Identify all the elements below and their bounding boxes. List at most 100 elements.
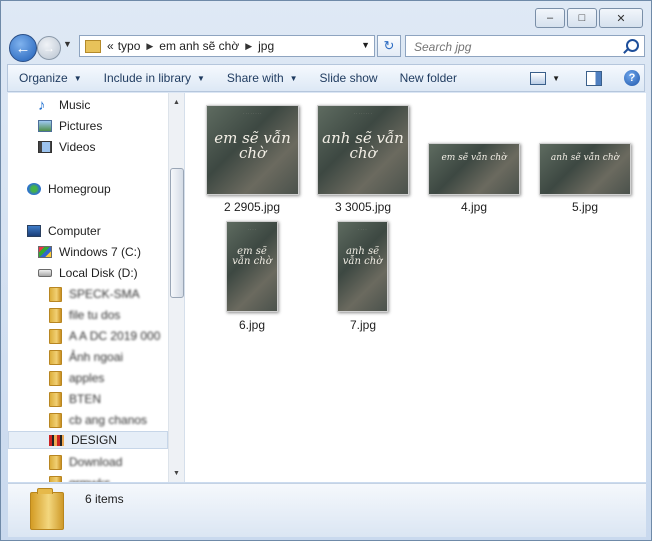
address-dropdown-icon[interactable]: ▼ [361,40,370,50]
scroll-down-icon[interactable]: ▼ [169,466,184,480]
thumbnail-caption: anh sẽ vẫn chờ [322,128,404,163]
new-folder-button[interactable]: New folder [389,71,468,85]
nav-item-folder[interactable]: apples [49,369,104,387]
search-input[interactable] [412,37,621,57]
thumbnail-caption: anh sẽ vẫn chờ [550,153,620,163]
nav-item-music[interactable]: Music [38,96,90,114]
nav-item-pictures[interactable]: Pictures [38,117,102,135]
computer-icon [27,225,41,237]
folder-icon [85,39,101,53]
folder-icon [49,349,62,365]
breadcrumb-separator-icon[interactable]: ▶ [245,41,252,52]
file-name[interactable]: 2 2905.jpg [192,200,312,214]
item-count: 6 items [85,492,124,506]
scroll-up-icon[interactable]: ▲ [169,95,184,109]
file-name[interactable]: 3 3005.jpg [303,200,423,214]
nav-item-folder[interactable]: Ảnh ngoai [49,348,123,366]
nav-item-videos[interactable]: Videos [38,138,95,156]
refresh-button[interactable]: ↻ [377,35,401,57]
nav-item-label: Music [59,98,91,112]
breadcrumb-jpg[interactable]: jpg [258,39,274,53]
file-thumbnail[interactable]: · · · · · · · · em sẽ vẫn chờ [206,105,299,195]
chevron-down-icon[interactable]: ▼ [552,74,560,83]
file-thumbnail[interactable]: anh sẽ vẫn chờ [539,143,631,195]
include-in-library-label: Include in library [103,71,191,85]
design-folder-icon [49,434,64,446]
file-name[interactable]: 5.jpg [525,200,645,214]
thumbnail-caption: em sẽ vẫn chờ [441,153,507,163]
nav-item-label: SPECK-SMA [69,287,140,301]
forward-button[interactable]: → [37,36,61,60]
explorer-window: – □ ✕ ← → ▼ « typo ▶ em anh sẽ chờ ▶ jpg… [0,0,652,541]
folder-icon [49,307,62,323]
nav-item-homegroup[interactable]: Homegroup [27,180,111,198]
slide-show-label: Slide show [319,71,378,85]
nav-item-windows-7-c[interactable]: Windows 7 (C:) [38,243,141,261]
nav-item-label: Videos [59,140,96,154]
minimize-button[interactable]: – [535,8,565,28]
command-bar: Organize ▼ Include in library ▼ Share with… [7,64,645,92]
nav-item-label: Computer [48,224,101,238]
music-icon [38,99,52,111]
nav-item-label: BTEN [69,392,102,406]
file-name[interactable]: 4.jpg [414,200,534,214]
nav-item-folder[interactable]: BTEN [49,390,101,408]
folder-icon [49,391,62,407]
breadcrumb-em-anh-se-cho[interactable]: em anh sẽ chờ [159,39,239,53]
organize-label: Organize [19,71,68,85]
file-thumbnail[interactable]: · · · · anh sẽ vẫn chờ [337,221,388,312]
search-box[interactable] [405,35,645,57]
homegroup-icon [27,183,41,195]
folder-icon [30,488,64,530]
nav-pane-scrollbar[interactable]: ▲ ▼ [168,93,184,482]
forward-arrow-icon: → [43,41,55,55]
nav-item-label: Download [69,455,123,469]
search-icon[interactable] [626,39,639,52]
videos-icon [38,141,52,153]
maximize-button[interactable]: □ [567,8,597,28]
breadcrumb-separator-icon[interactable]: ▶ [146,41,153,52]
nav-item-label: Ảnh ngoai [69,350,124,364]
file-name[interactable]: 6.jpg [192,318,312,332]
pictures-icon [38,120,52,132]
scroll-thumb[interactable] [170,168,184,298]
address-bar[interactable]: « typo ▶ em anh sẽ chờ ▶ jpg ▼ [79,35,375,57]
file-thumbnail[interactable]: em sẽ vẫn chờ [428,143,520,195]
nav-item-folder[interactable]: grmwks [49,474,110,482]
file-thumbnail[interactable]: · · · · em sẽ vẫn chờ [226,221,278,312]
nav-item-label: DESIGN [71,433,118,447]
folder-icon [49,475,62,482]
nav-item-folder[interactable]: cb ang chanos [49,411,147,429]
nav-item-folder[interactable]: A A DC 2019 000 [49,327,160,345]
caption-buttons: – □ ✕ [535,8,643,28]
back-button[interactable]: ← [9,34,37,62]
include-in-library-menu[interactable]: Include in library ▼ [93,71,216,85]
folder-icon [49,370,62,386]
folder-icon [49,328,62,344]
nav-item-local-disk-d[interactable]: Local Disk (D:) [38,264,138,282]
share-with-menu[interactable]: Share with ▼ [216,71,309,85]
breadcrumb-typo[interactable]: typo [118,39,141,53]
nav-item-design[interactable]: DESIGN [8,431,168,449]
close-button[interactable]: ✕ [599,8,643,28]
file-name[interactable]: 7.jpg [303,318,423,332]
chevron-down-icon: ▼ [63,39,72,49]
change-view-icon[interactable] [530,71,547,85]
nav-item-label: cb ang chanos [69,413,148,427]
help-icon[interactable]: ? [624,70,640,86]
file-thumbnail[interactable]: · · · · · · · · anh sẽ vẫn chờ [317,105,409,195]
preview-pane-icon[interactable] [586,70,602,86]
nav-item-label: grmwks [69,476,110,482]
nav-item-folder[interactable]: Download [49,453,122,471]
nav-item-folder[interactable]: file tu dos [49,306,120,324]
thumbnail-caption: anh sẽ vẫn chờ [342,245,383,268]
nav-item-folder[interactable]: SPECK-SMA [49,285,140,303]
new-folder-label: New folder [399,71,457,85]
breadcrumb-overflow[interactable]: « [107,39,114,53]
nav-item-computer[interactable]: Computer [27,222,101,240]
nav-item-label: Homegroup [48,182,111,196]
slide-show-button[interactable]: Slide show [309,71,389,85]
organize-menu[interactable]: Organize ▼ [8,71,93,85]
nav-item-label: apples [69,371,105,385]
recent-pages-dropdown[interactable]: ▼ [63,39,72,49]
